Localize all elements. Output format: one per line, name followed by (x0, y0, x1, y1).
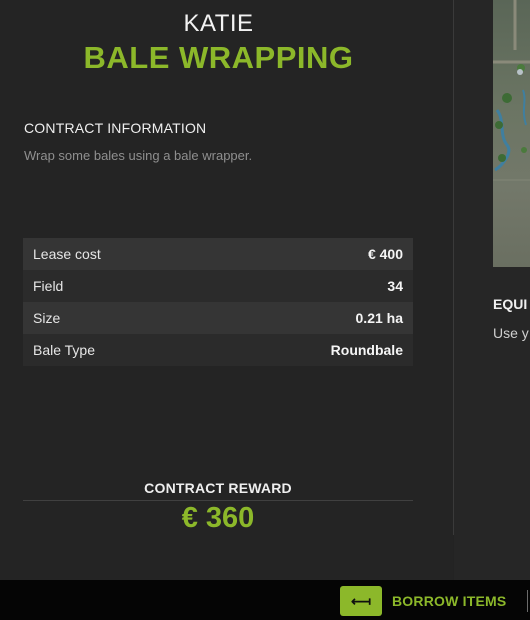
details-row-field: Field 34 (23, 270, 413, 302)
details-label: Field (33, 278, 64, 294)
equipment-heading: EQUI (493, 296, 528, 312)
contract-reward-label: CONTRACT REWARD (144, 480, 292, 496)
back-arrow-icon: ⟻ (340, 586, 382, 616)
contract-details-panel: KATIE BALE WRAPPING CONTRACT INFORMATION… (0, 0, 453, 580)
details-label: Size (33, 310, 61, 326)
bar-separator (527, 590, 528, 612)
details-value: Roundbale (330, 342, 403, 358)
contractor-name: KATIE (183, 10, 254, 37)
contract-description: Wrap some bales using a bale wrapper. (24, 148, 253, 163)
borrow-items-label: BORROW ITEMS (392, 593, 507, 609)
details-row-lease-cost: Lease cost € 400 (23, 238, 413, 270)
details-label: Lease cost (33, 246, 101, 262)
field-map-thumbnail (493, 0, 530, 267)
details-label: Bale Type (33, 342, 96, 358)
details-value: 34 (387, 278, 403, 294)
reward-divider (23, 500, 413, 501)
contract-title: BALE WRAPPING (83, 40, 354, 75)
contract-reward-value: € 360 (181, 502, 255, 534)
map-image (493, 0, 530, 181)
equipment-text: Use y (493, 325, 529, 341)
details-row-size: Size 0.21 ha (23, 302, 413, 334)
borrow-items-button[interactable]: ⟻ BORROW ITEMS (340, 586, 522, 616)
details-value: € 400 (367, 246, 403, 262)
details-value: 0.21 ha (355, 310, 403, 326)
details-row-bale-type: Bale Type Roundbale (23, 334, 413, 366)
contract-details-table: Lease cost € 400 Field 34 Size 0.21 ha B… (23, 238, 413, 366)
contract-info-header: CONTRACT INFORMATION (24, 120, 207, 136)
